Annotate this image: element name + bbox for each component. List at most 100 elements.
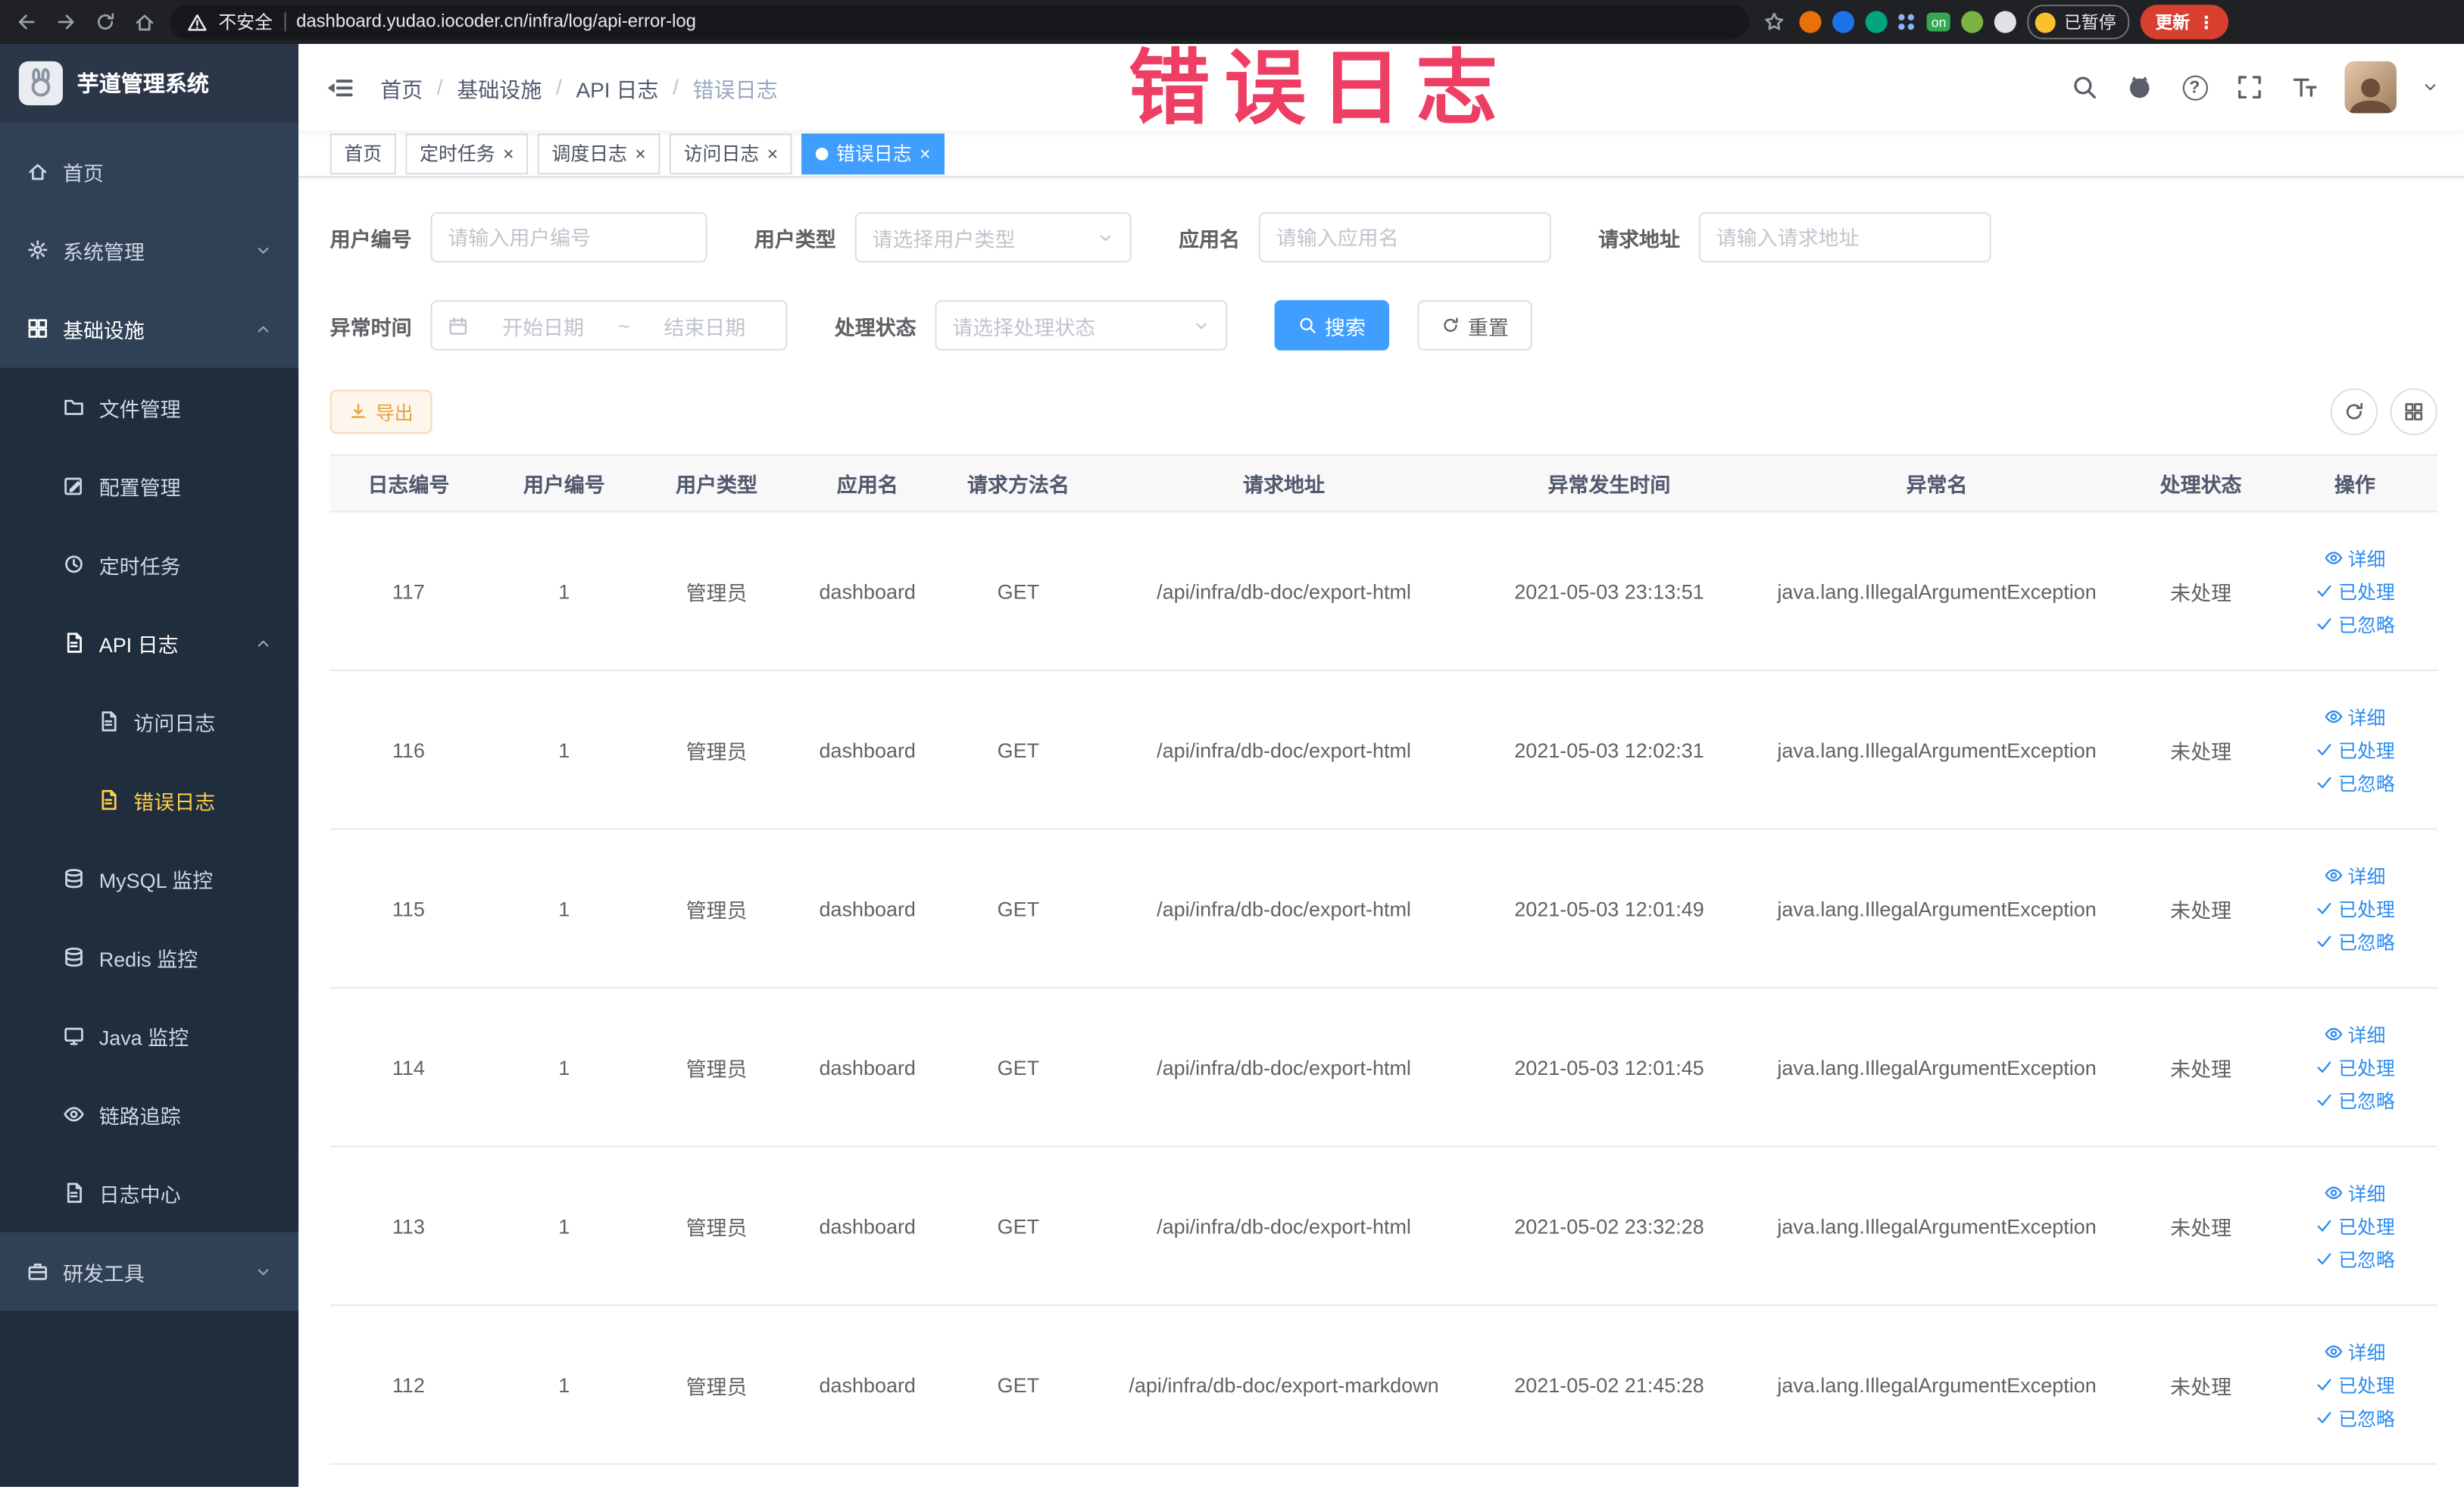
sidebar-item-system[interactable]: 系统管理 bbox=[0, 211, 298, 289]
hamburger-icon[interactable] bbox=[323, 71, 354, 102]
close-icon[interactable]: × bbox=[635, 144, 646, 163]
bookmark-star-icon[interactable] bbox=[1760, 8, 1788, 36]
back-icon[interactable] bbox=[13, 8, 41, 36]
action-label: 详细 bbox=[2347, 548, 2386, 570]
date-range-picker[interactable]: 开始日期 ~ 结束日期 bbox=[430, 300, 788, 351]
extension-orange-icon[interactable] bbox=[1799, 11, 1822, 33]
breadcrumb-home[interactable]: 首页 bbox=[380, 71, 423, 102]
sidebar-item-file-manage[interactable]: 文件管理 bbox=[0, 367, 299, 447]
extension-on-badge[interactable]: on bbox=[1926, 12, 1951, 33]
sidebar-menu: 首页 系统管理 基础设施 文件管理 配置管理 定时任务 API 日志 访问日志 … bbox=[0, 123, 299, 1487]
mark-processed-link[interactable]: 已处理 bbox=[2315, 1213, 2395, 1239]
detail-link[interactable]: 详细 bbox=[2324, 1179, 2385, 1206]
detail-link[interactable]: 详细 bbox=[2324, 1339, 2385, 1365]
eye-icon bbox=[2325, 869, 2343, 882]
request-url-input[interactable] bbox=[1698, 212, 1991, 263]
user-type-select[interactable]: 请选择用户类型 bbox=[854, 212, 1132, 263]
field-label: 用户类型 bbox=[754, 226, 836, 251]
forward-icon[interactable] bbox=[52, 8, 80, 36]
extension-green-icon[interactable] bbox=[1865, 11, 1888, 33]
table-tools bbox=[2330, 388, 2437, 436]
mark-processed-link[interactable]: 已处理 bbox=[2315, 577, 2395, 604]
close-icon[interactable]: × bbox=[920, 144, 931, 163]
column-toggle-button[interactable] bbox=[2390, 388, 2437, 436]
page-content: 用户编号 用户类型 请选择用户类型 应用名 bbox=[298, 177, 2464, 1486]
mark-ignored-link[interactable]: 已忽略 bbox=[2315, 611, 2395, 637]
sidebar-item-trace[interactable]: 链路追踪 bbox=[0, 1075, 299, 1154]
cell-log-id: 114 bbox=[392, 1055, 425, 1079]
sidebar-item-java-monitor[interactable]: Java 监控 bbox=[0, 996, 299, 1076]
mark-ignored-link[interactable]: 已忽略 bbox=[2315, 928, 2395, 954]
cell-time: 2021-05-02 23:32:28 bbox=[1514, 1214, 1704, 1238]
reset-button[interactable]: 重置 bbox=[1417, 300, 1532, 351]
sidebar-item-api-log[interactable]: API 日志 bbox=[0, 603, 299, 683]
reload-icon[interactable] bbox=[91, 8, 119, 36]
sidebar-item-access-log[interactable]: 访问日志 bbox=[0, 682, 299, 761]
address-bar[interactable]: 不安全 dashboard.yudao.iocoder.cn/infra/log… bbox=[170, 5, 1750, 39]
fullscreen-icon[interactable] bbox=[2234, 72, 2264, 102]
mark-processed-link[interactable]: 已处理 bbox=[2315, 736, 2395, 763]
home-nav-icon[interactable] bbox=[130, 8, 158, 36]
filter-user-type: 用户类型 请选择用户类型 bbox=[754, 212, 1132, 263]
check-icon bbox=[2317, 776, 2331, 789]
app-name-input[interactable] bbox=[1258, 212, 1551, 263]
refresh-button[interactable] bbox=[2330, 388, 2378, 436]
close-icon[interactable]: × bbox=[767, 144, 779, 163]
mark-processed-link[interactable]: 已处理 bbox=[2315, 895, 2395, 922]
font-size-icon[interactable] bbox=[2290, 72, 2319, 102]
detail-link[interactable]: 详细 bbox=[2324, 703, 2385, 729]
tab-scheduled-job[interactable]: 定时任务 × bbox=[405, 133, 529, 174]
sidebar-item-home[interactable]: 首页 bbox=[0, 132, 298, 211]
sidebar-item-scheduled-job[interactable]: 定时任务 bbox=[0, 524, 299, 604]
calendar-icon bbox=[449, 317, 467, 334]
mark-ignored-link[interactable]: 已忽略 bbox=[2315, 1087, 2395, 1114]
sidebar-item-devtools[interactable]: 研发工具 bbox=[0, 1232, 298, 1311]
detail-link[interactable]: 详细 bbox=[2324, 545, 2385, 571]
header-exception: 异常名 bbox=[1906, 473, 1968, 497]
chevron-up-icon bbox=[258, 325, 269, 332]
mark-processed-link[interactable]: 已处理 bbox=[2315, 1371, 2395, 1398]
action-label: 已处理 bbox=[2338, 1374, 2395, 1397]
mark-ignored-link[interactable]: 已忽略 bbox=[2315, 1245, 2395, 1272]
breadcrumb-api-log[interactable]: API 日志 bbox=[576, 71, 658, 102]
sidebar-item-infra[interactable]: 基础设施 bbox=[0, 289, 298, 368]
update-button[interactable]: 更新 ⋮ bbox=[2141, 5, 2229, 39]
sidebar-item-error-log[interactable]: 错误日志 bbox=[0, 761, 299, 839]
github-icon[interactable] bbox=[2125, 72, 2154, 102]
detail-link[interactable]: 详细 bbox=[2324, 862, 2385, 889]
database-icon bbox=[65, 869, 83, 889]
extension-grid-icon[interactable] bbox=[1898, 13, 1916, 31]
extension-paw-icon[interactable] bbox=[1994, 11, 2017, 33]
tab-dispatch-log[interactable]: 调度日志 × bbox=[537, 133, 661, 174]
detail-link[interactable]: 详细 bbox=[2324, 1021, 2385, 1048]
mark-ignored-link[interactable]: 已忽略 bbox=[2315, 1404, 2395, 1431]
paused-chip[interactable]: 已暂停 bbox=[2028, 5, 2131, 39]
breadcrumb-infra[interactable]: 基础设施 bbox=[457, 71, 542, 102]
sidebar-item-log-center[interactable]: 日志中心 bbox=[0, 1153, 299, 1232]
tab-home[interactable]: 首页 bbox=[329, 133, 396, 174]
security-label[interactable]: 不安全 bbox=[218, 9, 273, 34]
tab-error-log[interactable]: 错误日志 × bbox=[801, 133, 945, 174]
mark-processed-link[interactable]: 已处理 bbox=[2315, 1054, 2395, 1080]
extension-blue-icon[interactable] bbox=[1832, 11, 1855, 33]
kebab-menu-icon[interactable]: ⋮ bbox=[2197, 12, 2215, 33]
export-button[interactable]: 导出 bbox=[329, 389, 433, 434]
tab-access-log[interactable]: 访问日志 × bbox=[669, 133, 792, 174]
filter-user-id: 用户编号 bbox=[330, 212, 707, 263]
search-icon[interactable] bbox=[2069, 72, 2099, 102]
tab-label: 定时任务 bbox=[419, 142, 495, 165]
mark-ignored-link[interactable]: 已忽略 bbox=[2315, 770, 2395, 796]
url-text[interactable]: dashboard.yudao.iocoder.cn/infra/log/api… bbox=[296, 13, 696, 32]
avatar[interactable] bbox=[2344, 61, 2397, 114]
sidebar-item-mysql-monitor[interactable]: MySQL 监控 bbox=[0, 839, 299, 918]
search-button[interactable]: 搜索 bbox=[1274, 300, 1390, 351]
sidebar-item-config-manage[interactable]: 配置管理 bbox=[0, 446, 299, 525]
sidebar-item-redis-monitor[interactable]: Redis 监控 bbox=[0, 917, 299, 997]
close-icon[interactable]: × bbox=[503, 144, 514, 163]
extension-leaf-icon[interactable] bbox=[1962, 11, 1985, 33]
avatar-caret-icon[interactable] bbox=[2422, 79, 2439, 96]
process-status-select[interactable]: 请选择处理状态 bbox=[935, 300, 1228, 351]
cell-method: GET bbox=[997, 1373, 1040, 1397]
help-icon[interactable]: ? bbox=[2180, 72, 2209, 102]
user-id-input[interactable] bbox=[430, 212, 707, 263]
